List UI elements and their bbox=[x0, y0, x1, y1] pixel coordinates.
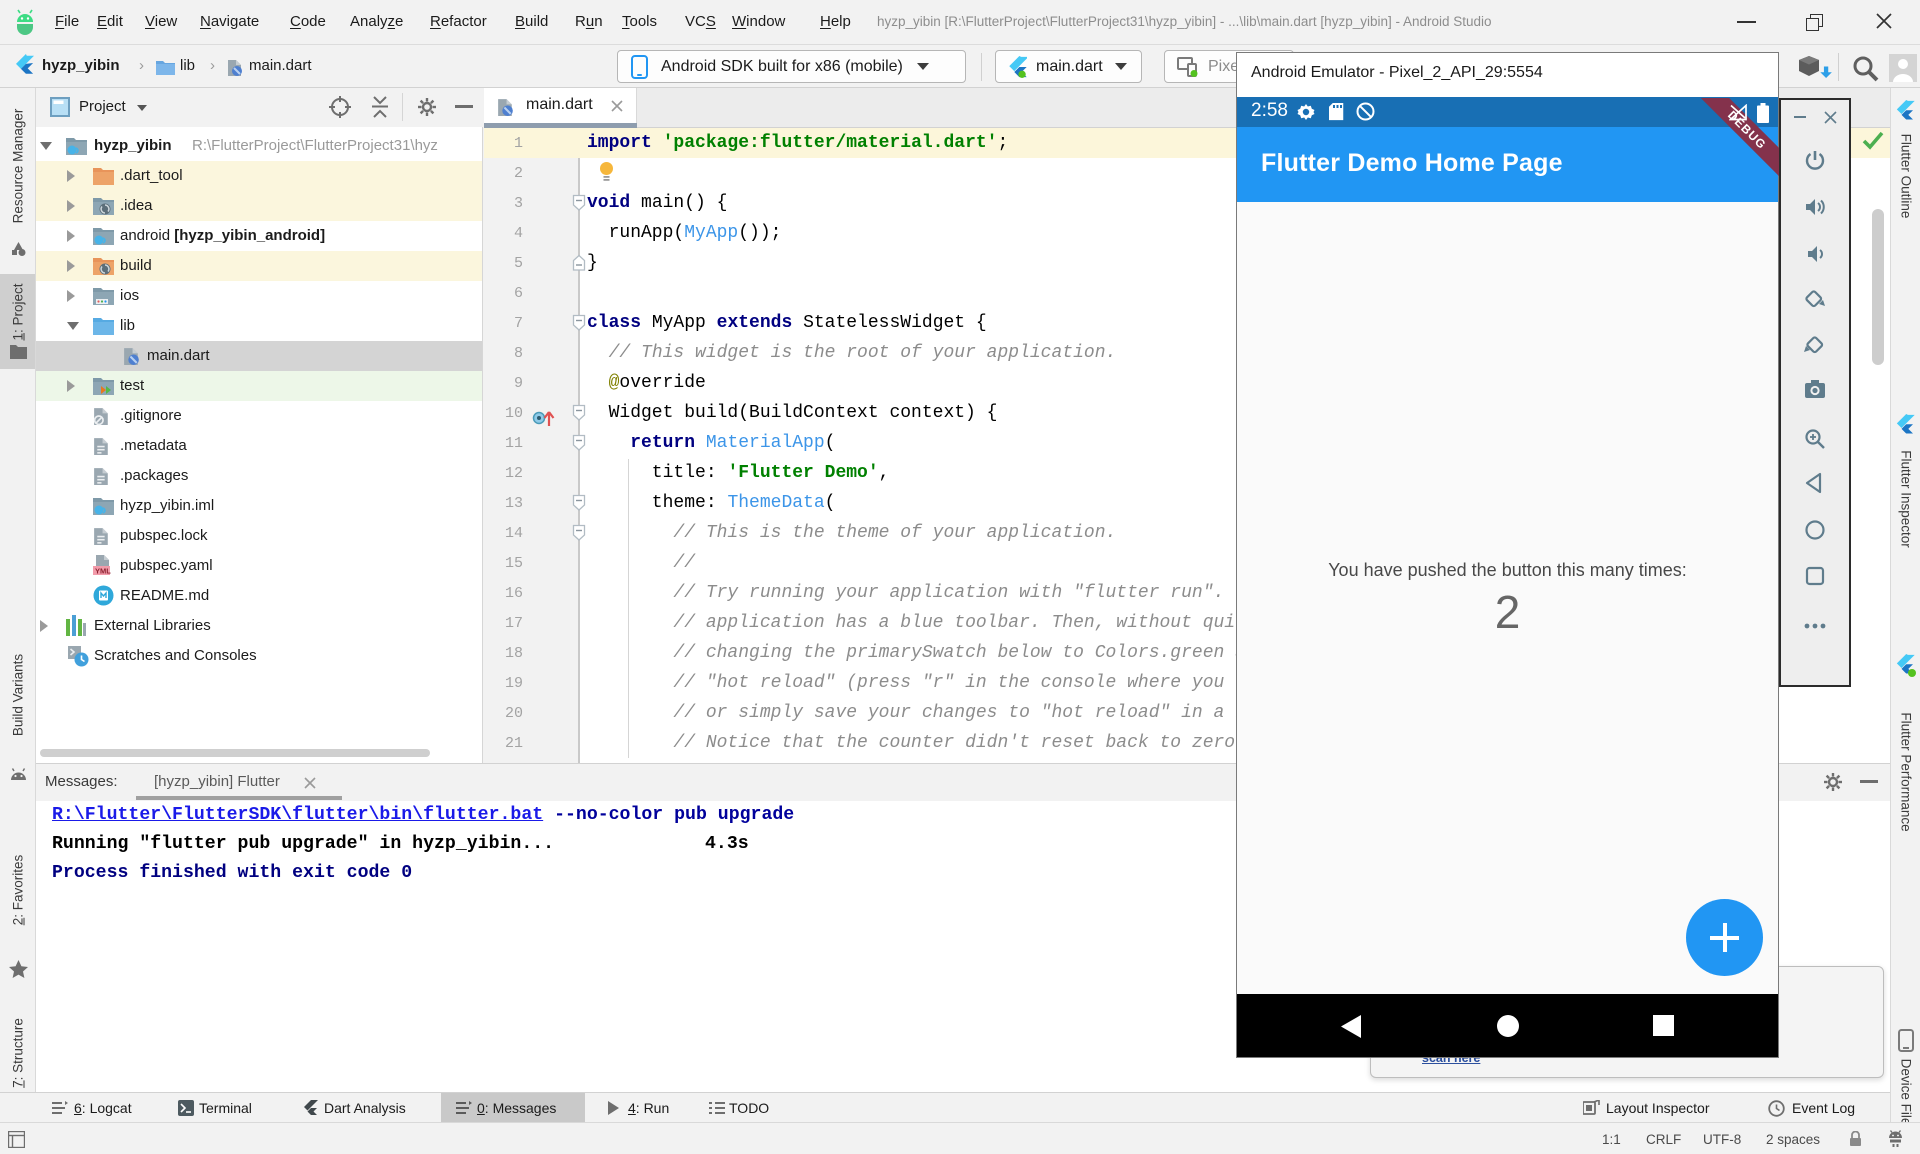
svg-text:YML: YML bbox=[95, 567, 111, 576]
